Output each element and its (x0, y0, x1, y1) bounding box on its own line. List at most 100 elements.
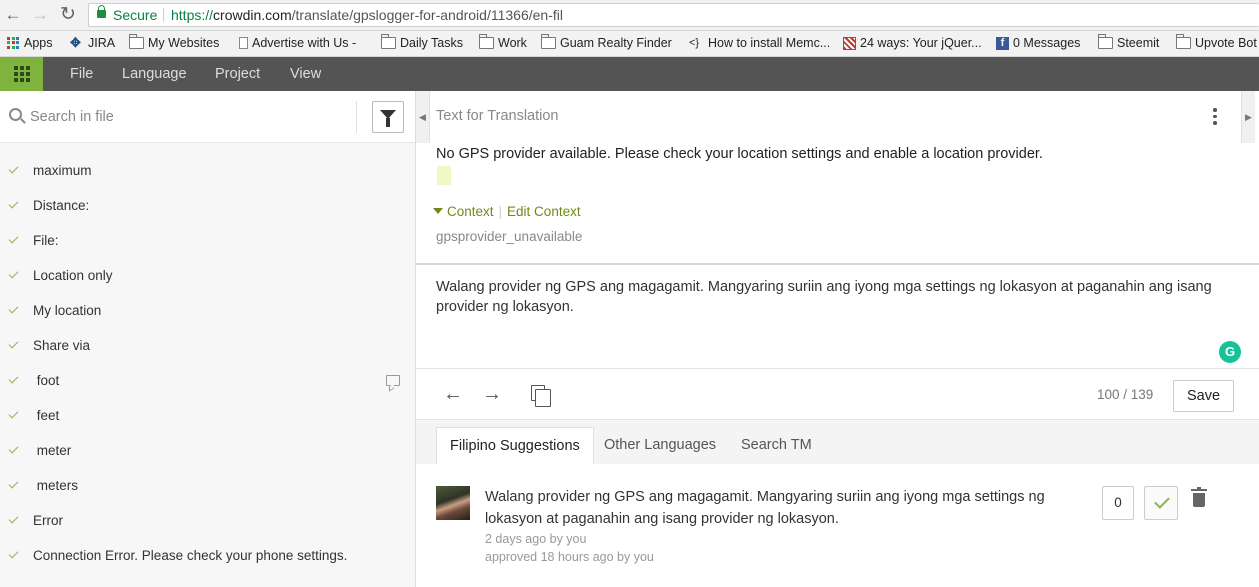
string-list-item[interactable]: Distance: (0, 188, 415, 223)
char-counter: 100 / 139 (1097, 387, 1154, 402)
menu-view[interactable]: View (290, 57, 321, 91)
comment-icon[interactable] (386, 375, 400, 386)
filter-funnel-icon (380, 110, 396, 127)
source-highlight (437, 166, 451, 185)
save-button[interactable]: Save (1173, 380, 1234, 412)
bookmark-upvote-bot[interactable]: Upvote Bot (1176, 34, 1257, 50)
string-list-item[interactable]: maximum (0, 153, 415, 188)
string-label: foot (33, 373, 60, 388)
translation-actions: ← → 100 / 139 Save (416, 368, 1259, 420)
string-list-item[interactable]: Error (0, 503, 415, 538)
secure-label: Secure (113, 7, 158, 23)
string-label: maximum (33, 163, 92, 178)
bookmark-advertise[interactable]: Advertise with Us - (239, 36, 356, 50)
bookmark-steemit[interactable]: Steemit (1098, 34, 1159, 50)
folder-icon (479, 34, 494, 49)
string-list-item[interactable]: File: (0, 223, 415, 258)
jira-icon: ✥ (70, 35, 81, 50)
back-arrow-icon[interactable]: ← (3, 5, 23, 25)
string-list-item[interactable]: Share via (0, 328, 415, 363)
vote-count[interactable]: 0 (1102, 486, 1134, 520)
grammarly-icon[interactable]: G (1219, 341, 1241, 363)
next-arrow-icon[interactable]: → (482, 382, 502, 406)
approved-check-icon (8, 303, 19, 314)
tab-filipino-suggestions[interactable]: Filipino Suggestions (436, 427, 594, 464)
bookmark-memcached[interactable]: <} How to install Memc... (689, 36, 830, 50)
filter-button[interactable] (372, 101, 404, 133)
facebook-icon: f (996, 36, 1009, 50)
string-list-item[interactable]: Location only (0, 258, 415, 293)
app-menu-grid-icon[interactable] (0, 57, 43, 91)
suggestion-item: Walang provider ng GPS ang magagamit. Ma… (416, 464, 1259, 587)
string-list-item[interactable]: meters (0, 468, 415, 503)
string-list-item[interactable]: meter (0, 433, 415, 468)
prev-arrow-icon[interactable]: ← (443, 382, 463, 406)
bookmark-messages[interactable]: f0 Messages (996, 36, 1080, 50)
approved-check-icon (8, 443, 19, 454)
search-input[interactable] (30, 101, 350, 133)
string-label: My location (33, 303, 102, 318)
approved-check-icon (8, 233, 19, 244)
collapse-left-icon[interactable]: ◀ (416, 91, 430, 143)
bookmark-my-websites[interactable]: My Websites (129, 34, 219, 50)
collapse-right-icon[interactable]: ▶ (1241, 91, 1255, 143)
string-label: meters (33, 478, 79, 493)
string-list-item[interactable]: My location (0, 293, 415, 328)
folder-icon (1176, 34, 1191, 49)
copy-source-icon[interactable] (531, 385, 551, 407)
bookmark-apps[interactable]: Apps (7, 36, 53, 50)
delete-trash-icon[interactable] (1191, 487, 1207, 507)
more-options-icon[interactable] (1213, 108, 1217, 126)
approved-check-icon (8, 478, 19, 489)
url-text: https://crowdin.com/translate/gpslogger-… (171, 7, 563, 23)
string-label: feet (33, 408, 60, 423)
string-label: meter (33, 443, 72, 458)
code-icon: <} (689, 37, 700, 49)
app-toolbar: File Language Project View (0, 57, 1259, 91)
bookmark-work[interactable]: Work (479, 34, 527, 50)
string-list-item[interactable]: feet (0, 398, 415, 433)
string-label: Connection Error. Please check your phon… (33, 548, 348, 563)
suggestion-text: Walang provider ng GPS ang magagamit. Ma… (485, 489, 1045, 527)
address-bar[interactable]: Secure https://crowdin.com/translate/gps… (88, 3, 1259, 27)
folder-icon (541, 34, 556, 49)
approved-check-icon (8, 513, 19, 524)
search-row (0, 91, 415, 143)
string-label: Error (33, 513, 63, 528)
tab-other-languages[interactable]: Other Languages (591, 427, 729, 464)
approved-check-icon (8, 408, 19, 419)
tab-search-tm[interactable]: Search TM (728, 427, 825, 464)
bookmark-guam-realty[interactable]: Guam Realty Finder (541, 34, 672, 50)
approve-check-icon[interactable] (1144, 486, 1178, 520)
edit-context-link[interactable]: Edit Context (507, 204, 581, 219)
approved-check-icon (8, 268, 19, 279)
source-header: Text for Translation (436, 108, 559, 124)
bookmarks-bar: Apps ✥ JIRA My Websites Advertise with Us… (0, 31, 1259, 57)
string-label: File: (33, 233, 59, 248)
approved-check-icon (8, 338, 19, 349)
bookmark-daily-tasks[interactable]: Daily Tasks (381, 34, 463, 50)
browser-toolbar: ← → ↻ Secure https://crowdin.com/transla… (0, 0, 1259, 31)
menu-project[interactable]: Project (215, 57, 260, 91)
folder-icon (381, 34, 396, 49)
caret-down-icon (433, 208, 443, 214)
source-string: No GPS provider available. Please check … (436, 146, 1043, 162)
reload-icon[interactable]: ↻ (58, 5, 78, 25)
apps-grid-icon (7, 36, 20, 50)
bookmark-jira[interactable]: ✥ JIRA (70, 36, 115, 50)
menu-file[interactable]: File (70, 57, 93, 91)
forward-arrow-icon[interactable]: → (30, 5, 50, 25)
folder-icon (1098, 34, 1113, 49)
string-list-item[interactable]: Connection Error. Please check your phon… (0, 538, 415, 573)
context-key: gpsprovider_unavailable (436, 229, 583, 244)
string-list-item[interactable]: foot (0, 363, 415, 398)
approved-check-icon (8, 548, 19, 559)
lock-icon (97, 5, 106, 18)
string-label: Share via (33, 338, 91, 353)
suggestion-approved: approved 18 hours ago by you (485, 550, 654, 564)
context-toggle[interactable]: Context (447, 204, 494, 219)
translation-textarea[interactable]: Walang provider ng GPS ang magagamit. Ma… (436, 277, 1226, 317)
bookmark-24-ways[interactable]: 24 ways: Your jQuer... (843, 36, 982, 50)
menu-language[interactable]: Language (122, 57, 187, 91)
editor-panel: ◀ ▶ Text for Translation No GPS provider… (416, 91, 1259, 587)
